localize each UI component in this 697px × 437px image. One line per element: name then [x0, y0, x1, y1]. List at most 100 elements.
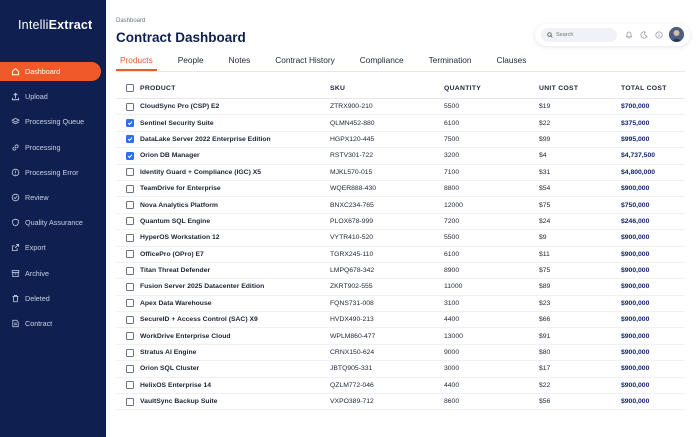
table-row[interactable]: TeamDrive for Enterprise WQER888-430 8800 $…	[116, 181, 685, 198]
total-cost-cell: $900,000	[621, 250, 650, 258]
tab-clauses[interactable]: Clauses	[492, 52, 530, 70]
sku-cell: HVDX490-213	[330, 316, 374, 324]
column-header-sku[interactable]: SKU	[330, 85, 444, 92]
sidebar-item-label: Upload	[25, 92, 48, 102]
row-checkbox[interactable]	[126, 364, 134, 373]
search-icon	[547, 32, 553, 38]
column-header-quantity[interactable]: QUANTITY	[444, 85, 539, 92]
bell-icon[interactable]	[624, 30, 633, 39]
table-row[interactable]: Orion SQL Cluster JBTQ905-331 3000 $17 $900,…	[116, 361, 685, 378]
row-checkbox[interactable]	[126, 201, 134, 210]
total-cost-cell: $4,737,500	[621, 152, 656, 160]
help-icon[interactable]	[654, 30, 663, 39]
row-checkbox[interactable]	[126, 233, 134, 242]
app-logo[interactable]: IntelliExtract	[18, 18, 92, 32]
sidebar-item-export[interactable]: Export	[0, 238, 106, 257]
table-row[interactable]: Nova Analytics Platform BNXC234-765 12000 $…	[116, 197, 685, 214]
sidebar-item-processing-error[interactable]: Processing Error	[0, 163, 106, 182]
search-input[interactable]	[556, 32, 614, 38]
sidebar-item-processing-queue[interactable]: Processing Queue	[0, 112, 106, 131]
total-cost-cell: $900,000	[621, 316, 650, 324]
row-checkbox-cell	[116, 233, 140, 242]
sidebar-item-label: Processing	[25, 142, 61, 152]
table-row[interactable]: CloudSync Pro (CSP) E2 ZTRX900-210 5500 $19…	[116, 99, 685, 116]
product-cell: WorkDrive Enterprise Cloud	[140, 332, 231, 340]
sidebar-item-processing[interactable]: Processing	[0, 138, 106, 157]
select-all-cell	[116, 84, 140, 92]
row-checkbox[interactable]	[126, 135, 134, 144]
breadcrumb[interactable]: Dashboard	[116, 18, 145, 24]
sidebar-item-label: Dashboard	[25, 67, 61, 76]
row-checkbox[interactable]	[126, 266, 134, 275]
table-row[interactable]: HelixOS Enterprise 14 QZLM772-046 4400 $22 $…	[116, 378, 685, 395]
unit-cost-cell: $31	[539, 168, 551, 176]
table-row[interactable]: Apex Data Warehouse FQNS731-008 3100 $23 $90…	[116, 296, 685, 313]
select-all-checkbox[interactable]	[126, 84, 134, 92]
product-cell: Sentinel Security Suite	[140, 119, 214, 127]
sidebar-item-upload[interactable]: Upload	[0, 87, 106, 106]
sku-cell: ZTRX900-210	[330, 103, 373, 111]
row-checkbox[interactable]	[126, 282, 134, 291]
table-row[interactable]: HyperOS Workstation 12 VYTR410-520 5500 $9 $…	[116, 230, 685, 247]
table-row[interactable]: Orion DB Manager RSTV301-722 3200 $4 $4,737,…	[116, 148, 685, 165]
row-checkbox-cell	[116, 332, 140, 341]
row-checkbox[interactable]	[126, 299, 134, 308]
table-row[interactable]: OfficePro (OPro) E7 TGRX245-110 6100 $11 $90…	[116, 247, 685, 263]
row-checkbox[interactable]	[126, 332, 134, 341]
unit-cost-cell: $91	[539, 332, 551, 340]
sidebar-item-quality-assurance[interactable]: Quality Assurance	[0, 213, 106, 232]
moon-icon[interactable]	[639, 30, 648, 39]
row-checkbox[interactable]	[126, 381, 134, 390]
row-checkbox[interactable]	[126, 315, 134, 324]
table-row[interactable]: DataLake Server 2022 Enterprise Edition H…	[116, 132, 685, 149]
row-checkbox[interactable]	[126, 348, 134, 357]
sidebar-item-review[interactable]: Review	[0, 188, 106, 207]
row-checkbox-cell	[116, 151, 140, 160]
avatar[interactable]	[669, 27, 684, 42]
sidebar-nav: Dashboard Upload Processing Queue Processin…	[0, 62, 106, 339]
sidebar-item-deleted[interactable]: Deleted	[0, 289, 106, 308]
product-cell: Titan Threat Defender	[140, 267, 211, 275]
row-checkbox[interactable]	[126, 217, 134, 226]
table-row[interactable]: VaultSync Backup Suite VXPO389-712 8600 $56…	[116, 394, 685, 411]
sidebar-item-dashboard[interactable]: Dashboard	[0, 62, 101, 81]
table-row[interactable]: Identity Guard + Compliance (IGC) X5 MJKL…	[116, 165, 685, 181]
total-cost-cell: $995,000	[621, 135, 650, 143]
row-checkbox[interactable]	[126, 168, 134, 177]
tab-contract-history[interactable]: Contract History	[271, 52, 338, 70]
table-row[interactable]: Quantum SQL Engine PLOX678-999 7200 $24 $246…	[116, 214, 685, 231]
sidebar-item-contract[interactable]: Contract	[0, 314, 106, 333]
tab-divider	[116, 71, 685, 72]
sidebar-item-label: Export	[25, 243, 46, 253]
search-box[interactable]	[541, 28, 617, 42]
table-row[interactable]: Sentinel Security Suite QLMN452-880 6100 $2…	[116, 115, 685, 132]
table-row[interactable]: Stratus AI Engine CRNX150-624 9000 $80 $900,…	[116, 345, 685, 362]
row-checkbox[interactable]	[126, 119, 134, 128]
table-row[interactable]: Titan Threat Defender LMPQ678-342 8900 $75 $…	[116, 263, 685, 280]
tab-people[interactable]: People	[174, 52, 208, 70]
unit-cost-cell: $80	[539, 349, 551, 357]
row-checkbox[interactable]	[126, 397, 134, 406]
row-checkbox[interactable]	[126, 250, 134, 259]
row-checkbox[interactable]	[126, 151, 134, 160]
table-row[interactable]: Fusion Server 2025 Datacenter Edition ZKR…	[116, 279, 685, 296]
column-header-product[interactable]: PRODUCT	[140, 85, 330, 92]
upload-icon	[11, 92, 20, 101]
column-header-unit-cost[interactable]: UNIT COST	[539, 85, 621, 92]
tab-compliance[interactable]: Compliance	[356, 52, 408, 70]
row-checkbox[interactable]	[126, 184, 134, 193]
column-header-total-cost[interactable]: TOTAL COST	[621, 85, 685, 92]
quality-icon	[11, 218, 20, 227]
table-row[interactable]: WorkDrive Enterprise Cloud WPLM860-477 130…	[116, 328, 685, 345]
product-cell: Apex Data Warehouse	[140, 299, 212, 307]
sidebar-item-label: Contract	[25, 318, 53, 328]
tab-notes[interactable]: Notes	[225, 52, 255, 70]
row-checkbox[interactable]	[126, 102, 134, 111]
sidebar-item-archive[interactable]: Archive	[0, 264, 106, 283]
row-checkbox-cell	[116, 201, 140, 210]
tab-termination[interactable]: Termination	[425, 52, 476, 70]
quantity-cell: 3200	[444, 152, 460, 160]
tab-products[interactable]: Products	[116, 52, 157, 71]
table-row[interactable]: SecureID + Access Control (SAC) X9 HVDX49…	[116, 312, 685, 329]
sidebar-item-label: Archive	[25, 268, 49, 278]
